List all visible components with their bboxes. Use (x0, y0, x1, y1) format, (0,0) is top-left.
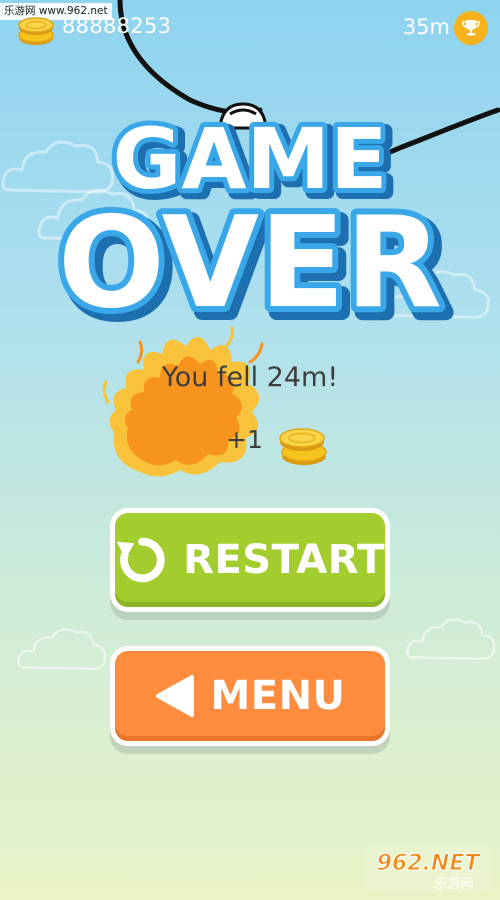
best-distance: 35m (402, 15, 450, 39)
fell-distance-text: You fell 24m! (161, 362, 339, 393)
restart-button-face[interactable]: RESTART (115, 513, 385, 607)
background-cloud (17, 628, 107, 671)
menu-button[interactable]: MENU (110, 646, 390, 746)
watermark-subtitle: 乐游网 (434, 877, 473, 892)
background-cloud (406, 618, 496, 661)
restart-icon (116, 537, 165, 583)
trophy-icon (454, 11, 488, 45)
restart-button[interactable]: RESTART (110, 508, 390, 612)
restart-label: RESTART (183, 537, 385, 583)
coin-stack-icon (279, 428, 327, 465)
coin-stack-icon (18, 17, 54, 45)
game-over-title: GAME GAME OVER OVER (52, 105, 456, 335)
watermark-brand: 962.NET (377, 851, 482, 876)
coin-count: 88888253 (62, 14, 172, 38)
menu-label: MENU (210, 673, 346, 719)
title-line2: OVER (58, 189, 442, 335)
watermark-logo: 962.NET 乐游网 (364, 846, 492, 892)
menu-button-face[interactable]: MENU (115, 651, 385, 741)
fire-icon (102, 326, 264, 477)
back-arrow-icon (156, 675, 195, 717)
coin-reward-text: +1 (226, 425, 263, 454)
